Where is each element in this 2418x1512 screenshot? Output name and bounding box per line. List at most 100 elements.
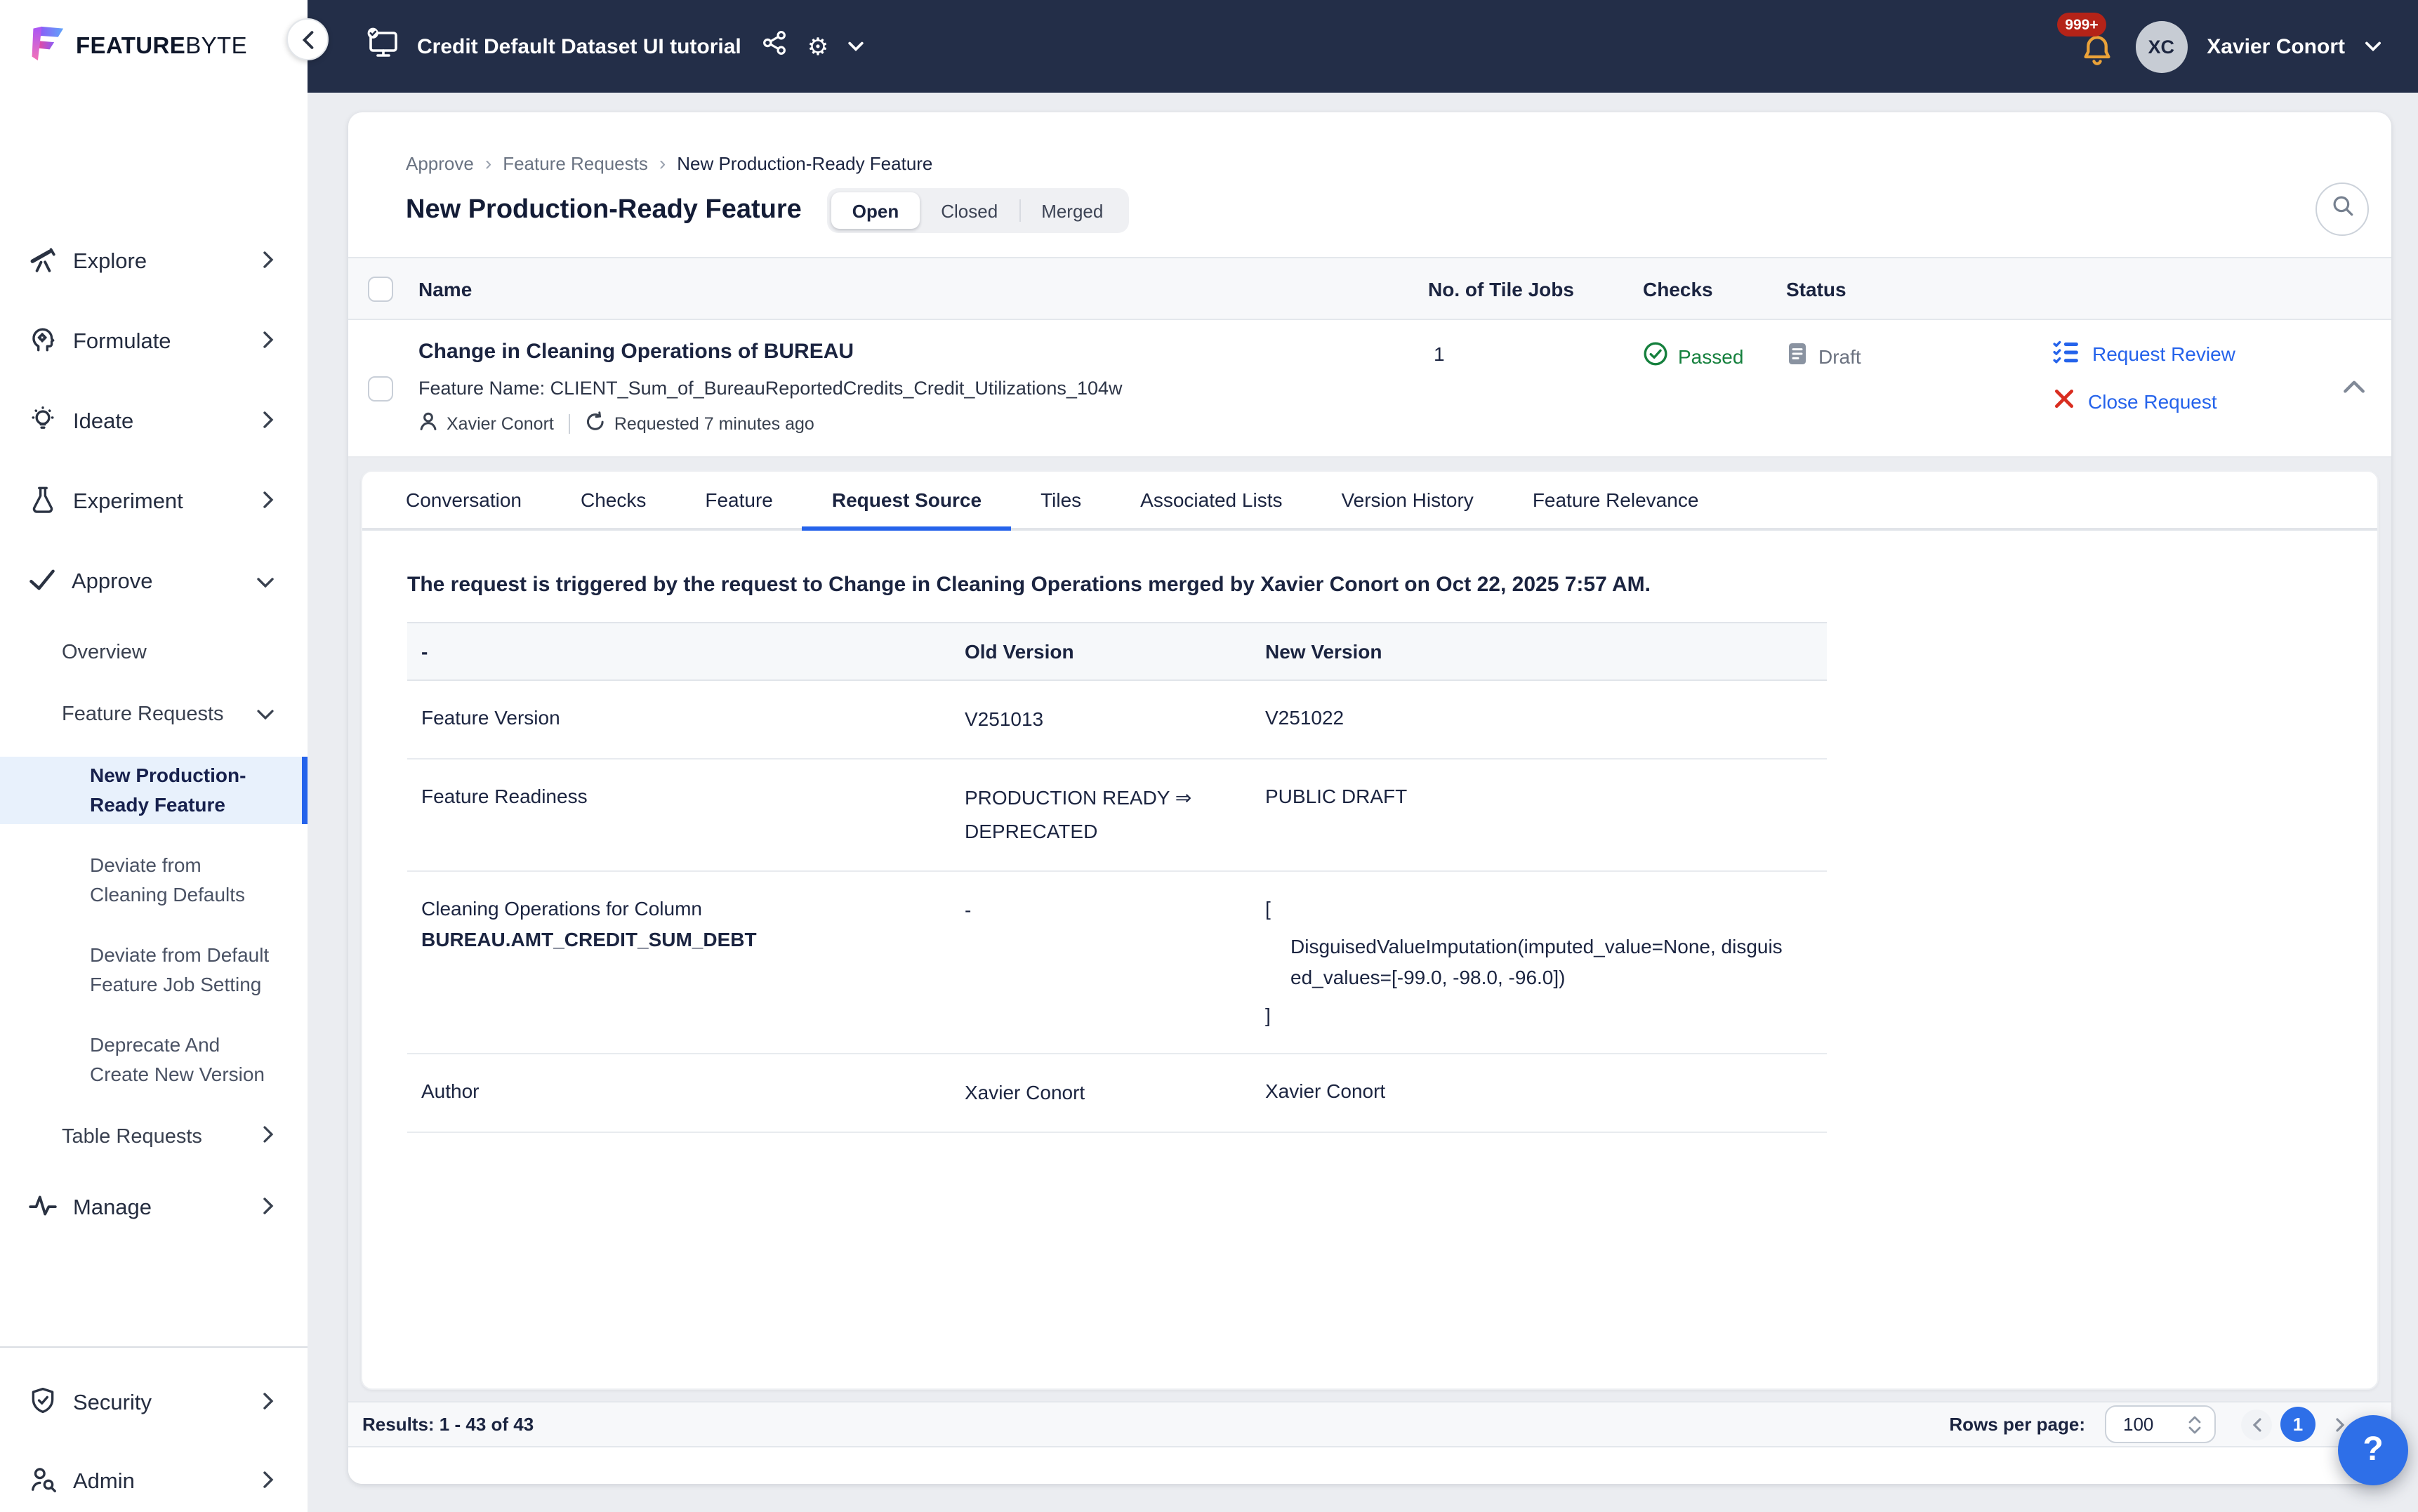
catalog-title: Credit Default Dataset UI tutorial	[417, 34, 741, 58]
sidebar: FEATUREBYTE Explore Formulate	[0, 0, 308, 1512]
tab-feature-relevance[interactable]: Feature Relevance	[1503, 472, 1729, 528]
request-list-header: Name No. of Tile Jobs Checks Status	[348, 257, 2391, 320]
request-source-heading: The request is triggered by the request …	[407, 573, 2332, 597]
draft-document-icon	[1786, 341, 1809, 371]
tab-associated-lists[interactable]: Associated Lists	[1111, 472, 1312, 528]
table-row-feature-readiness: Feature Readiness PRODUCTION READY ⇒ DEP…	[407, 760, 1827, 872]
chevron-right-icon	[263, 490, 274, 515]
featurebyte-logo-icon	[28, 22, 65, 71]
request-title[interactable]: Change in Cleaning Operations of BUREAU	[418, 340, 854, 364]
sidebar-item-table-requests[interactable]: Table Requests	[0, 1113, 308, 1161]
user-avatar[interactable]: XC	[2135, 20, 2187, 72]
request-feature-name: Feature Name: CLIENT_Sum_of_BureauReport…	[418, 378, 1123, 399]
sidebar-item-manage[interactable]: Manage	[0, 1181, 308, 1237]
user-menu-chevron-down-icon[interactable]	[2365, 34, 2381, 59]
close-request-button[interactable]: Close Request	[2053, 387, 2235, 414]
catalog-selector[interactable]: Credit Default Dataset UI tutorial	[366, 26, 741, 67]
filter-merged-button[interactable]: Merged	[1020, 192, 1124, 229]
chevron-right-icon	[263, 410, 274, 435]
sidebar-item-deviate-from-default-feature-job-setting[interactable]: Deviate from Default Feature Job Setting	[0, 936, 308, 1004]
sidebar-collapse-button[interactable]	[286, 18, 329, 60]
tab-conversation[interactable]: Conversation	[376, 472, 551, 528]
checks-status: Passed	[1643, 341, 1743, 371]
breadcrumb-separator: ›	[485, 152, 491, 174]
tile-jobs-value: 1	[1434, 343, 1445, 365]
table-row-cleaning-operations: Cleaning Operations for Column BUREAU.AM…	[407, 872, 1827, 1054]
pagination: 1	[2241, 1407, 2355, 1442]
results-footer: Results: 1 - 43 of 43 Rows per page: 100…	[348, 1401, 2391, 1447]
sidebar-item-deviate-from-cleaning-defaults[interactable]: Deviate from Cleaning Defaults	[0, 847, 308, 914]
row-checkbox[interactable]	[368, 376, 393, 402]
sidebar-item-feature-requests[interactable]: Feature Requests	[0, 691, 308, 738]
collapse-row-button[interactable]	[2342, 376, 2366, 402]
featurebyte-wordmark: FEATUREBYTE	[76, 33, 247, 60]
rows-per-page-select[interactable]: 100	[2105, 1405, 2216, 1443]
shield-check-icon	[28, 1386, 58, 1422]
tab-feature[interactable]: Feature	[675, 472, 802, 528]
chevron-down-icon	[257, 703, 274, 726]
detail-band: Conversation Checks Feature Request Sour…	[348, 458, 2391, 1401]
request-detail-panel: Conversation Checks Feature Request Sour…	[361, 470, 2379, 1390]
table-row-feature-version: Feature Version V251013 V251022	[407, 681, 1827, 760]
card-bottom-padding	[348, 1447, 2391, 1484]
sidebar-item-formulate[interactable]: Formulate	[0, 314, 308, 371]
select-all-checkbox[interactable]	[368, 276, 393, 301]
request-review-button[interactable]: Request Review	[2053, 338, 2235, 369]
search-icon	[2330, 194, 2354, 225]
checklist-icon	[2053, 338, 2080, 369]
tab-request-source[interactable]: Request Source	[802, 472, 1011, 528]
breadcrumb: Approve › Feature Requests › New Product…	[406, 152, 932, 174]
filter-closed-button[interactable]: Closed	[920, 192, 1019, 229]
user-icon	[418, 411, 438, 435]
tab-tiles[interactable]: Tiles	[1011, 472, 1111, 528]
previous-page-button[interactable]	[2241, 1409, 2272, 1440]
notifications-button[interactable]: 999+	[2079, 31, 2115, 73]
chevron-right-icon	[263, 1196, 274, 1221]
tab-version-history[interactable]: Version History	[1312, 472, 1503, 528]
sidebar-item-security[interactable]: Security	[0, 1376, 308, 1432]
sidebar-item-overview[interactable]: Overview	[0, 629, 308, 677]
row-actions: Request Review Close Request	[2053, 338, 2235, 414]
telescope-icon	[28, 244, 58, 281]
lightbulb-icon	[28, 404, 58, 441]
column-header-status: Status	[1786, 277, 1846, 300]
sidebar-item-experiment[interactable]: Experiment	[0, 475, 308, 531]
sidebar-item-deprecate-and-create-new-version[interactable]: Deprecate And Create New Version	[0, 1026, 308, 1094]
chevron-right-icon	[263, 1470, 274, 1495]
chevron-right-icon	[263, 250, 274, 275]
feature-request-row[interactable]: Change in Cleaning Operations of BUREAU …	[348, 320, 2391, 458]
sidebar-item-new-production-ready-feature[interactable]: New Production-Ready Feature	[0, 757, 308, 824]
filter-open-button[interactable]: Open	[831, 192, 920, 229]
sidebar-item-ideate[interactable]: Ideate	[0, 394, 308, 451]
column-header-tile-jobs: No. of Tile Jobs	[1428, 277, 1574, 300]
catalog-chevron-down-icon[interactable]	[848, 34, 864, 59]
results-count: Results: 1 - 43 of 43	[362, 1414, 534, 1435]
breadcrumb-approve[interactable]: Approve	[406, 152, 474, 173]
bell-icon	[2079, 51, 2114, 74]
table-row-author: Author Xavier Conort Xavier Conort	[407, 1054, 1827, 1133]
search-button[interactable]	[2315, 183, 2369, 236]
comparison-header-old: Old Version	[951, 635, 1251, 668]
chevron-right-icon	[263, 1391, 274, 1417]
status-badge: Draft	[1786, 341, 1861, 371]
settings-gear-icon[interactable]: ⚙	[807, 34, 829, 58]
comparison-header-new: New Version	[1251, 636, 1827, 667]
page-number-button[interactable]: 1	[2280, 1407, 2315, 1442]
catalog-monitor-icon	[366, 26, 400, 67]
share-icon[interactable]	[761, 29, 788, 63]
sidebar-item-admin[interactable]: Admin	[0, 1454, 308, 1511]
tab-checks[interactable]: Checks	[551, 472, 675, 528]
user-name: Xavier Conort	[2207, 34, 2345, 58]
sidebar-item-explore[interactable]: Explore	[0, 234, 308, 291]
comparison-header-dash: -	[407, 636, 951, 667]
chevron-down-icon	[257, 570, 274, 595]
breadcrumb-feature-requests[interactable]: Feature Requests	[503, 152, 648, 173]
request-meta: Xavier Conort Requested 7 minutes ago	[418, 411, 814, 435]
chevron-right-icon	[263, 330, 274, 355]
help-button[interactable]: ?	[2338, 1415, 2408, 1485]
sidebar-item-approve[interactable]: Approve	[0, 555, 308, 611]
featurebyte-logo: FEATUREBYTE	[0, 0, 308, 93]
app-viewport: Credit Default Dataset UI tutorial ⚙ 999…	[0, 0, 2418, 1512]
column-header-checks: Checks	[1643, 277, 1713, 300]
select-spinner-icon	[2188, 1414, 2202, 1434]
